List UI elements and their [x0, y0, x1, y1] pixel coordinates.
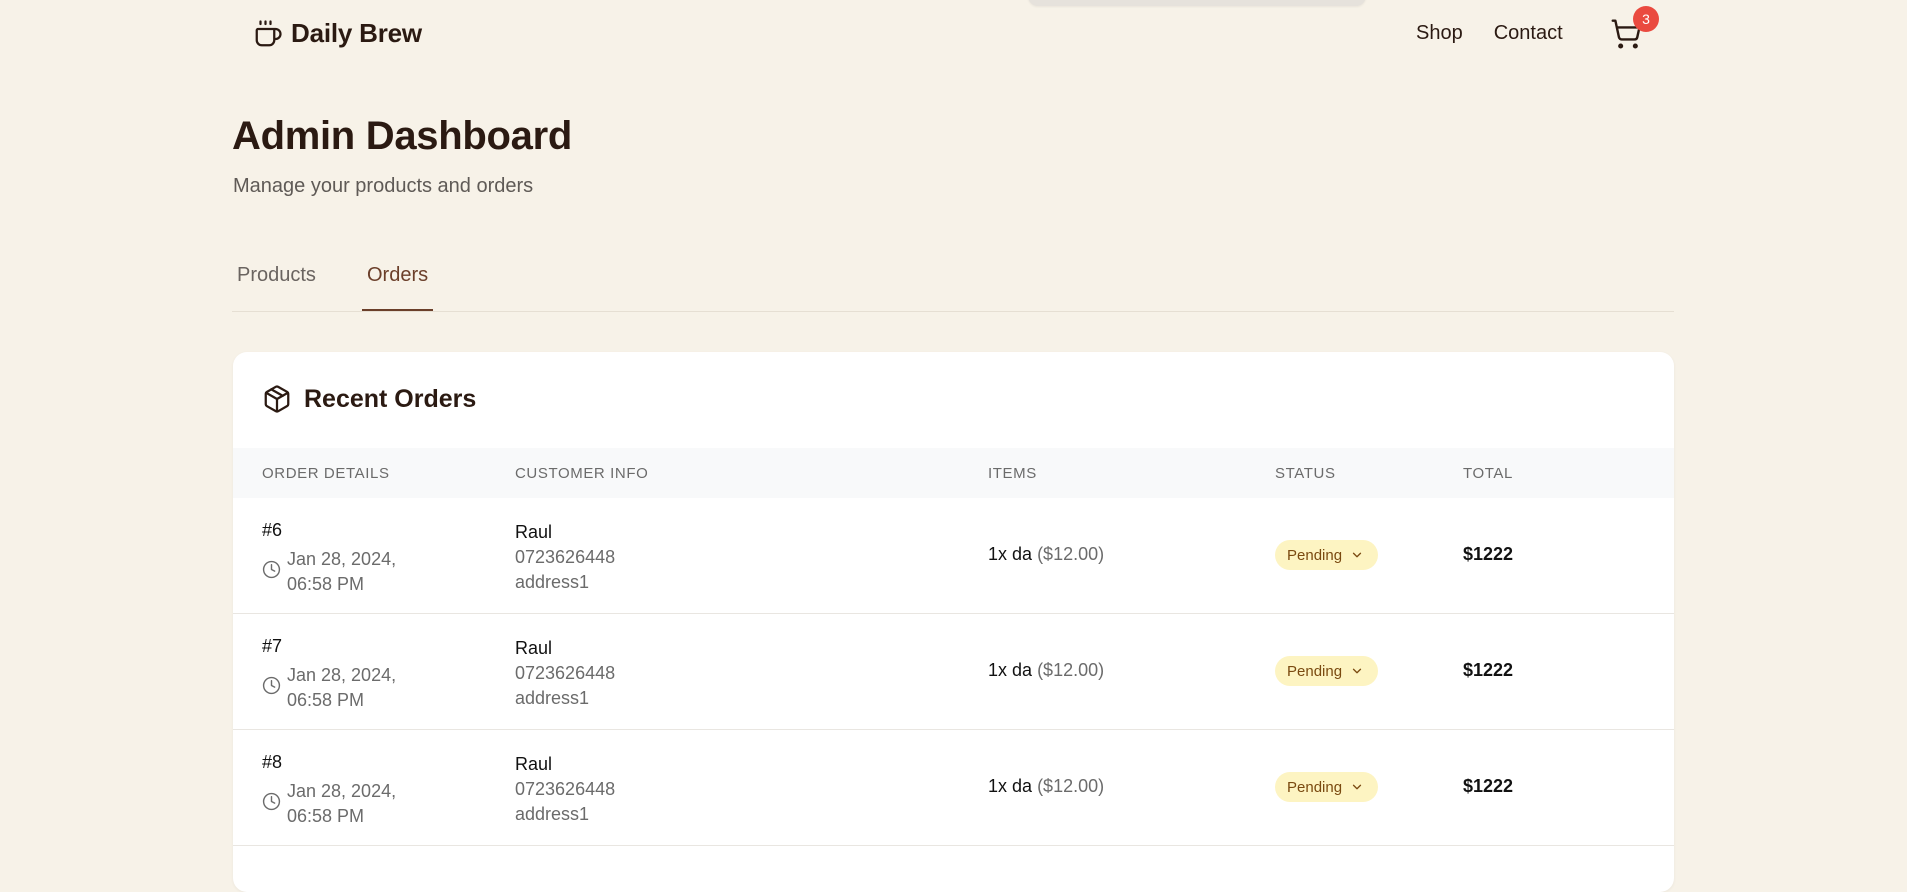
item-price: ($12.00): [1037, 660, 1105, 680]
customer-name: Raul: [515, 522, 553, 542]
clock-icon: [262, 792, 281, 811]
customer-info-cell: Raul 0723626448 address1: [515, 520, 615, 595]
item-quantity-name: 1x da: [988, 660, 1033, 680]
tab-orders[interactable]: Orders: [362, 264, 434, 311]
card-title: Recent Orders: [304, 384, 477, 413]
items-cell: 1x da ($12.00): [988, 660, 1104, 681]
customer-info-cell: Raul 0723626448 address1: [515, 636, 615, 711]
status-dropdown[interactable]: Pending: [1275, 540, 1379, 570]
order-date: Jan 28, 2024, 06:58 PM: [262, 779, 432, 829]
customer-info-cell: Raul 0723626448 address1: [515, 752, 615, 827]
customer-phone: 0723626448: [515, 779, 616, 799]
status-cell: Pending: [1275, 772, 1379, 802]
main-nav: Shop Contact: [1416, 22, 1563, 45]
order-id: #7: [262, 636, 283, 656]
brand-name: Daily Brew: [291, 18, 422, 48]
recent-orders-card: Recent Orders ORDER DETAILS CUSTOMER INF…: [233, 352, 1674, 892]
order-id: #6: [262, 520, 283, 540]
table-row: #7 Jan 28, 2024, 06:58 PM Raul 072362644…: [233, 614, 1674, 730]
tab-products[interactable]: Products: [232, 264, 321, 311]
column-header-items: ITEMS: [988, 465, 1037, 482]
item-quantity-name: 1x da: [988, 776, 1033, 796]
package-icon: [264, 385, 290, 413]
page-title: Admin Dashboard: [232, 114, 572, 158]
order-date-text: Jan 28, 2024, 06:58 PM: [287, 781, 397, 826]
top-navigation: Daily Brew Shop Contact 3: [0, 0, 1907, 72]
status-label: Pending: [1287, 662, 1343, 680]
status-label: Pending: [1287, 778, 1343, 796]
order-details-cell: #6 Jan 28, 2024, 06:58 PM: [262, 520, 432, 597]
table-row: #6 Jan 28, 2024, 06:58 PM Raul 072362644…: [233, 498, 1674, 614]
status-dropdown[interactable]: Pending: [1275, 656, 1379, 686]
chevron-down-icon: [1352, 784, 1362, 790]
order-id: #8: [262, 752, 283, 772]
item-price: ($12.00): [1037, 776, 1105, 796]
coffee-cup-icon: [255, 19, 282, 46]
nav-link-shop[interactable]: Shop: [1416, 22, 1463, 45]
status-label: Pending: [1287, 546, 1343, 564]
order-date-text: Jan 28, 2024, 06:58 PM: [287, 549, 397, 594]
customer-name: Raul: [515, 754, 553, 774]
column-header-status: STATUS: [1275, 465, 1336, 482]
customer-address: address1: [515, 572, 590, 592]
page-subtitle: Manage your products and orders: [233, 175, 534, 197]
cart-button[interactable]: 3: [1610, 6, 1659, 52]
clock-icon: [262, 560, 281, 579]
item-price: ($12.00): [1037, 544, 1105, 564]
column-header-customer-info: CUSTOMER INFO: [515, 465, 649, 482]
status-dropdown[interactable]: Pending: [1275, 772, 1379, 802]
order-details-cell: #7 Jan 28, 2024, 06:58 PM: [262, 636, 432, 713]
items-cell: 1x da ($12.00): [988, 776, 1104, 797]
customer-phone: 0723626448: [515, 663, 616, 683]
item-quantity-name: 1x da: [988, 544, 1033, 564]
brand-logo-link[interactable]: Daily Brew: [253, 18, 422, 49]
order-date: Jan 28, 2024, 06:58 PM: [262, 663, 432, 713]
status-cell: Pending: [1275, 540, 1379, 570]
order-details-cell: #8 Jan 28, 2024, 06:58 PM: [262, 752, 432, 829]
column-header-total: TOTAL: [1463, 465, 1513, 482]
table-header: ORDER DETAILS CUSTOMER INFO ITEMS STATUS…: [233, 448, 1674, 498]
cart-count-badge: 3: [1633, 6, 1659, 32]
customer-name: Raul: [515, 638, 553, 658]
card-header: Recent Orders: [262, 384, 476, 414]
chevron-down-icon: [1352, 668, 1362, 674]
nav-link-contact[interactable]: Contact: [1494, 22, 1563, 45]
dashboard-tabs: Products Orders: [232, 256, 1674, 312]
customer-address: address1: [515, 688, 590, 708]
order-total: $1222: [1463, 544, 1514, 564]
order-date: Jan 28, 2024, 06:58 PM: [262, 547, 432, 597]
customer-phone: 0723626448: [515, 547, 616, 567]
order-total: $1222: [1463, 660, 1514, 680]
order-total: $1222: [1463, 776, 1514, 796]
customer-address: address1: [515, 804, 590, 824]
chevron-down-icon: [1352, 552, 1362, 558]
popup-edge: [1028, 0, 1366, 6]
clock-icon: [262, 676, 281, 695]
column-header-order-details: ORDER DETAILS: [262, 465, 390, 482]
items-cell: 1x da ($12.00): [988, 544, 1104, 565]
order-date-text: Jan 28, 2024, 06:58 PM: [287, 665, 397, 710]
table-row: #8 Jan 28, 2024, 06:58 PM Raul 072362644…: [233, 730, 1674, 846]
status-cell: Pending: [1275, 656, 1379, 686]
